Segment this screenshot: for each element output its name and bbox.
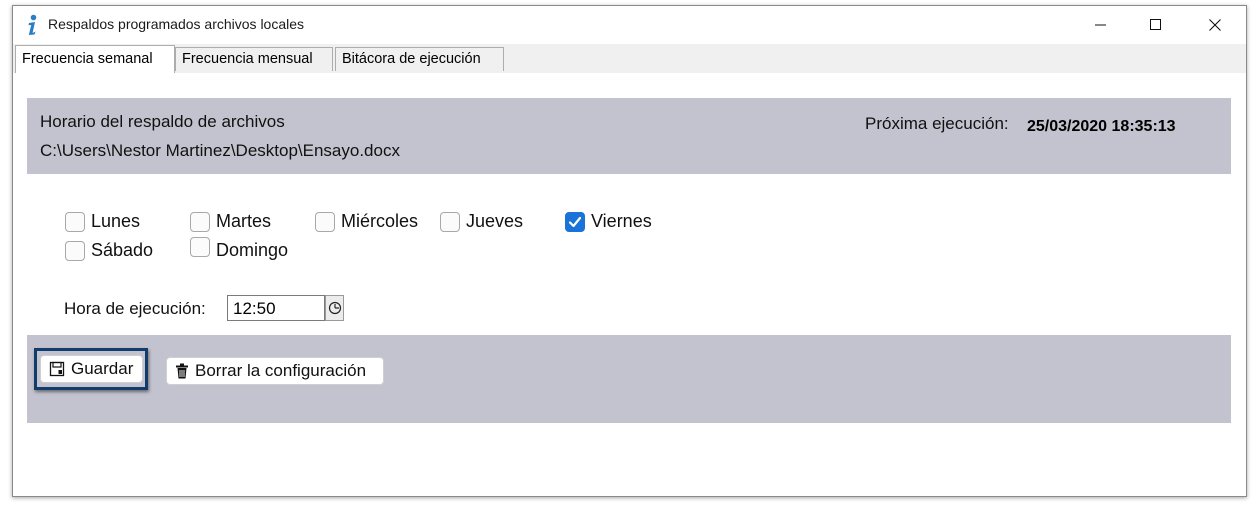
- schedule-title: Horario del respaldo de archivos: [40, 112, 285, 131]
- minimize-button[interactable]: [1072, 6, 1130, 44]
- checkbox-miercoles[interactable]: Miércoles: [315, 211, 418, 232]
- title-bar[interactable]: Respaldos programados archivos locales: [13, 6, 1246, 44]
- clock-icon: [328, 301, 341, 315]
- maximize-button[interactable]: [1127, 6, 1185, 44]
- info-app-icon: [28, 14, 37, 35]
- save-button[interactable]: Guardar: [40, 355, 143, 383]
- checkmark-icon: [568, 216, 582, 227]
- checkbox-label: Miércoles: [341, 211, 419, 231]
- checkbox-label: Jueves: [466, 211, 524, 231]
- checkbox-box-checked[interactable]: [565, 211, 585, 232]
- tab-frecuencia-mensual[interactable]: Frecuencia mensual: [175, 47, 333, 71]
- app-window: Respaldos programados archivos locales F…: [12, 5, 1247, 497]
- tab-frecuencia-semanal[interactable]: Frecuencia semanal: [15, 45, 175, 73]
- next-run-label: Próxima ejecución:: [865, 114, 1009, 133]
- save-icon: [49, 361, 65, 377]
- schedule-header-panel: Horario del respaldo de archivos C:\User…: [27, 98, 1231, 174]
- time-input[interactable]: 12:50: [227, 295, 325, 321]
- checkbox-domingo[interactable]: Domingo: [190, 236, 289, 261]
- save-button-label: Guardar: [71, 359, 134, 378]
- next-run-value: 25/03/2020 18:35:13: [1027, 118, 1176, 135]
- checkbox-label: Viernes: [591, 211, 652, 231]
- checkbox-lunes[interactable]: Lunes: [65, 211, 140, 232]
- tab-content: Horario del respaldo de archivos C:\User…: [13, 73, 1246, 496]
- maximize-icon: [1150, 19, 1161, 30]
- checkbox-sabado[interactable]: Sábado: [65, 240, 153, 261]
- checkbox-viernes[interactable]: Viernes: [565, 211, 652, 232]
- checkbox-box[interactable]: [190, 211, 210, 232]
- clear-config-button[interactable]: Borrar la configuración: [166, 357, 384, 385]
- clear-config-button-label: Borrar la configuración: [195, 361, 367, 380]
- checkbox-martes[interactable]: Martes: [190, 211, 271, 232]
- time-label: Hora de ejecución:: [64, 299, 206, 318]
- time-picker-button[interactable]: [325, 295, 344, 321]
- trash-icon: [175, 363, 189, 379]
- close-icon: [1209, 19, 1221, 31]
- file-path: C:\Users\Nestor Martinez\Desktop\Ensayo.…: [40, 141, 400, 160]
- checkbox-label: Domingo: [216, 240, 289, 260]
- checkbox-box[interactable]: [190, 236, 210, 257]
- checkbox-label: Sábado: [91, 240, 154, 260]
- checkbox-box[interactable]: [315, 211, 335, 232]
- checkbox-box[interactable]: [65, 240, 85, 261]
- checkbox-label: Martes: [216, 211, 272, 231]
- actions-panel: Guardar Borrar la configuración: [27, 335, 1231, 423]
- checkbox-label: Lunes: [91, 211, 141, 231]
- window-title: Respaldos programados archivos locales: [48, 16, 305, 32]
- checkbox-box[interactable]: [440, 211, 460, 232]
- tab-bitacora-de-ejecucion[interactable]: Bitácora de ejecución: [335, 47, 504, 71]
- checkbox-box[interactable]: [65, 211, 85, 232]
- close-button[interactable]: [1186, 6, 1244, 44]
- checkbox-jueves[interactable]: Jueves: [440, 211, 523, 232]
- tab-strip: Frecuencia semanal Frecuencia mensual Bi…: [13, 44, 1246, 73]
- minimize-icon: [1095, 24, 1106, 26]
